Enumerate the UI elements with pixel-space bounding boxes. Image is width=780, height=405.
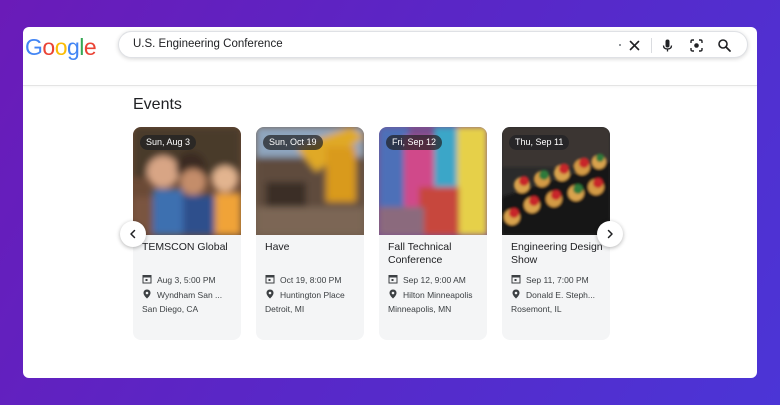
event-card[interactable]: Thu, Sep 11 Engineering Design Show Sep … xyxy=(502,127,610,340)
event-venue-row: Hilton Minneapolis xyxy=(388,289,484,300)
events-heading: Events xyxy=(133,96,182,113)
event-city: Rosemont, IL xyxy=(511,304,562,314)
event-city: Detroit, MI xyxy=(265,304,305,314)
event-card[interactable]: Sun, Oct 19 Have Oct 19, 8:00 PM Hunting… xyxy=(256,127,364,340)
logo-letter: e xyxy=(83,34,97,60)
event-venue-row: Wyndham San ... xyxy=(142,289,238,300)
location-pin-icon xyxy=(389,289,397,299)
event-venue: Donald E. Steph... xyxy=(526,290,595,300)
search-icon[interactable] xyxy=(717,38,732,53)
chevron-left-icon xyxy=(130,229,136,239)
event-time-row: Aug 3, 5:00 PM xyxy=(142,274,238,285)
event-date-badge: Thu, Sep 11 xyxy=(509,135,570,150)
microphone-icon[interactable] xyxy=(660,38,675,53)
calendar-icon xyxy=(265,275,275,284)
google-logo[interactable]: Google xyxy=(25,34,97,61)
calendar-icon xyxy=(388,275,398,284)
search-input[interactable]: U.S. Engineering Conference xyxy=(133,38,283,50)
search-bar[interactable]: U.S. Engineering Conference xyxy=(118,31,748,58)
event-venue-row: Donald E. Steph... xyxy=(511,289,607,300)
location-pin-icon xyxy=(266,289,274,299)
search-divider xyxy=(651,38,652,53)
logo-letter: g xyxy=(66,34,80,60)
browser-window: Google U.S. Engineering Conference Event… xyxy=(23,27,757,378)
event-time: Sep 12, 9:00 AM xyxy=(403,275,466,285)
event-time: Sep 11, 7:00 PM xyxy=(526,275,589,285)
calendar-icon xyxy=(142,275,152,284)
event-time-row: Sep 11, 7:00 PM xyxy=(511,274,607,285)
calendar-icon xyxy=(511,275,521,284)
event-venue: Huntington Place xyxy=(280,290,345,300)
search-header: Google U.S. Engineering Conference xyxy=(23,27,757,86)
chevron-right-icon xyxy=(607,229,613,239)
event-date-badge: Sun, Oct 19 xyxy=(263,135,323,150)
event-city: Minneapolis, MN xyxy=(388,304,452,314)
event-city: San Diego, CA xyxy=(142,304,199,314)
event-card[interactable]: Fri, Sep 12 Fall Technical Conference Se… xyxy=(379,127,487,340)
event-venue-row: Huntington Place xyxy=(265,289,361,300)
event-venue: Hilton Minneapolis xyxy=(403,290,473,300)
close-icon[interactable] xyxy=(627,38,642,53)
camera-lens-icon[interactable] xyxy=(689,38,704,53)
event-date-badge: Fri, Sep 12 xyxy=(386,135,443,150)
location-pin-icon xyxy=(512,289,520,299)
event-date-badge: Sun, Aug 3 xyxy=(140,135,197,150)
event-title: Engineering Design Show xyxy=(511,241,603,266)
event-card[interactable]: Sun, Aug 3 TEMSCON Global Aug 3, 5:00 PM… xyxy=(133,127,241,340)
location-pin-icon xyxy=(143,289,151,299)
separator-dot xyxy=(619,44,621,46)
logo-letter: o xyxy=(42,34,55,60)
event-time: Aug 3, 5:00 PM xyxy=(157,275,216,285)
logo-letter: o xyxy=(54,34,68,60)
event-title: Have xyxy=(265,241,290,253)
event-time-row: Oct 19, 8:00 PM xyxy=(265,274,361,285)
event-time-row: Sep 12, 9:00 AM xyxy=(388,274,484,285)
event-venue: Wyndham San ... xyxy=(157,290,223,300)
event-title: Fall Technical Conference xyxy=(388,241,452,266)
event-time: Oct 19, 8:00 PM xyxy=(280,275,342,285)
carousel-prev-button[interactable] xyxy=(120,221,146,247)
carousel-next-button[interactable] xyxy=(597,221,623,247)
event-title: TEMSCON Global xyxy=(142,241,228,253)
logo-letter: G xyxy=(25,34,43,60)
